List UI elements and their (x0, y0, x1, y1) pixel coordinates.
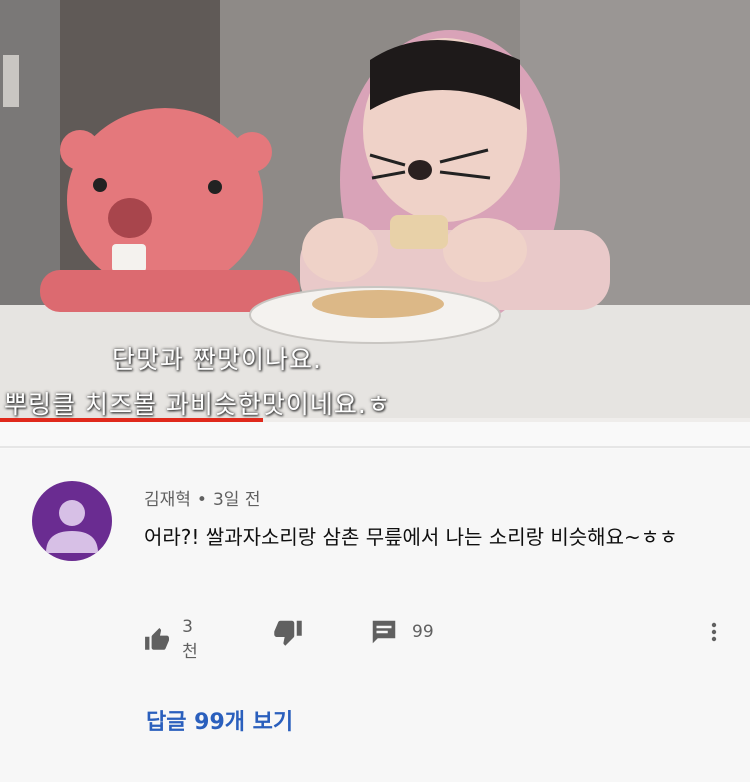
default-avatar-icon (46, 500, 98, 553)
subtitle-line-2: 뿌링클 치즈볼 과비슷한맛이네요.ㅎ (4, 390, 391, 419)
divider (0, 446, 750, 448)
video-player[interactable]: 단맛과 짠맛이나요. 뿌링클 치즈볼 과비슷한맛이네요.ㅎ (0, 0, 750, 422)
reply-button[interactable]: 99 (368, 617, 434, 647)
comment-text: 어라?! 쌀과자소리랑 삼촌 무릎에서 나는 소리랑 비슷해요~ㅎㅎ (144, 525, 678, 549)
dislike-button[interactable] (272, 617, 304, 647)
meta-separator: • (196, 490, 207, 510)
comment-time: 3일 전 (212, 490, 261, 510)
comment-card: 김재혁 • 3일 전 어라?! 쌀과자소리랑 삼촌 무릎에서 나는 소리랑 비슷해요… (0, 449, 750, 782)
like-count: 3천 (182, 617, 198, 662)
more-vertical-icon (711, 622, 717, 642)
thumbs-down-icon (274, 620, 302, 646)
reply-icon (372, 620, 396, 644)
like-button[interactable]: 3천 (144, 617, 204, 662)
comment-meta: 김재혁 • 3일 전 (144, 485, 260, 510)
video-progress-fill (0, 418, 263, 422)
avatar[interactable] (32, 481, 112, 561)
reply-count: 99 (412, 622, 434, 642)
thumbs-up-icon (145, 627, 169, 650)
comment-author[interactable]: 김재혁 (144, 490, 191, 510)
subtitle-line-1: 단맛과 짠맛이나요. (112, 345, 322, 374)
more-options-button[interactable] (702, 617, 726, 647)
video-progress-bar[interactable] (0, 418, 750, 422)
view-replies-link[interactable]: 답글 99개 보기 (146, 704, 293, 736)
